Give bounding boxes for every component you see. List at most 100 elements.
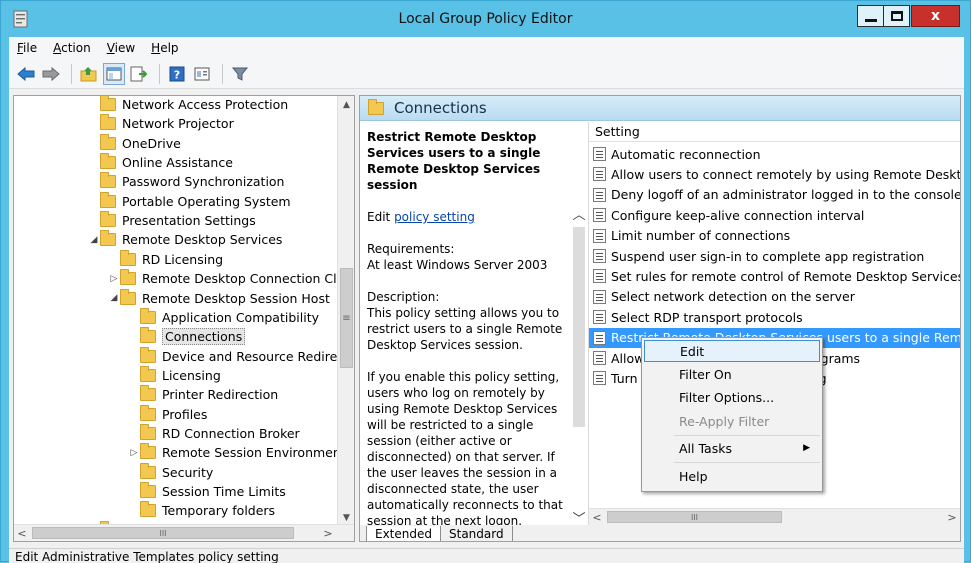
- tree-item[interactable]: Profiles: [128, 404, 207, 424]
- policy-setting-row[interactable]: Limit number of connections: [589, 226, 960, 246]
- context-menu-help[interactable]: Help: [644, 465, 820, 487]
- tree-item[interactable]: Printer Redirection: [128, 385, 278, 404]
- folder-icon: [120, 269, 136, 286]
- folder-icon: [140, 346, 156, 363]
- menu-file[interactable]: File: [9, 41, 45, 55]
- expanded-arrow-icon[interactable]: ◢: [88, 235, 100, 245]
- tree-vertical-scrollbar[interactable]: ▲ ≡ ▼: [337, 96, 354, 526]
- tree-item[interactable]: Network Access Protection: [88, 96, 288, 114]
- chevron-down-icon[interactable]: ﹀: [571, 509, 587, 526]
- policy-setting-row[interactable]: Suspend user sign-in to complete app reg…: [589, 246, 960, 266]
- tree-item[interactable]: ◢ Remote Desktop Session Host: [108, 288, 330, 308]
- tree-hscroll-thumb[interactable]: III: [32, 527, 294, 539]
- policy-title: Restrict Remote Desktop Services users t…: [367, 130, 541, 192]
- policy-setting-icon: [593, 249, 606, 263]
- collapsed-arrow-icon[interactable]: ▷: [128, 448, 140, 458]
- policy-setting-row[interactable]: Configure keep-alive connection interval: [589, 205, 960, 225]
- maximize-button[interactable]: [883, 5, 910, 27]
- app-window: Local Group Policy Editor x File Action …: [0, 0, 971, 563]
- show-hide-tree-button[interactable]: [103, 62, 125, 85]
- list-hscroll-thumb[interactable]: III: [607, 511, 782, 523]
- tree-item-label: RD Licensing: [142, 251, 224, 267]
- tree-item[interactable]: Presentation Settings: [88, 211, 256, 230]
- description-scrollbar[interactable]: ︿ ﹀: [571, 205, 587, 525]
- tree-item[interactable]: OneDrive: [88, 133, 181, 153]
- tree-item[interactable]: Network Projector: [88, 114, 234, 133]
- requirements-label: Requirements:: [367, 242, 455, 256]
- context-menu-separator: [674, 462, 820, 463]
- menu-help[interactable]: Help: [143, 41, 186, 55]
- toolbar: ?: [9, 59, 964, 89]
- policy-setting-row[interactable]: Allow users to connect remotely by using…: [589, 164, 960, 184]
- edit-policy-setting-link[interactable]: policy setting: [394, 210, 475, 224]
- tree-item[interactable]: Temporary folders: [128, 501, 275, 520]
- export-list-button[interactable]: [128, 63, 150, 85]
- scroll-right-icon[interactable]: >: [944, 509, 960, 525]
- scroll-up-icon[interactable]: ▲: [339, 96, 354, 113]
- console-tree[interactable]: RSS FeedsTemporary foldersSession Time L…: [13, 95, 355, 542]
- policy-setting-label: Deny logoff of an administrator logged i…: [611, 187, 960, 203]
- toolbar-separator: [159, 63, 160, 84]
- tree-item[interactable]: ▷ Remote Desktop Connection Clien: [108, 269, 354, 288]
- context-menu-filter-options[interactable]: Filter Options...: [644, 386, 820, 408]
- tree-item-label: Security: [162, 464, 214, 480]
- tree-item-label: Application Compatibility: [162, 309, 319, 325]
- tree-item-label: Remote Desktop Services: [122, 232, 283, 248]
- tree-item[interactable]: ◢ Remote Desktop Services: [88, 230, 282, 249]
- list-horizontal-scrollbar[interactable]: < III >: [589, 508, 960, 525]
- collapsed-arrow-icon[interactable]: ▷: [108, 274, 120, 284]
- expanded-arrow-icon[interactable]: ◢: [108, 293, 120, 303]
- help-button[interactable]: ?: [166, 63, 188, 85]
- tree-item[interactable]: Connections: [128, 327, 246, 346]
- policy-setting-row[interactable]: Automatic reconnection: [589, 144, 960, 164]
- policy-setting-row[interactable]: Select network detection on the server: [589, 287, 960, 307]
- tree-item[interactable]: Password Synchronization: [88, 172, 284, 191]
- policy-setting-row[interactable]: Deny logoff of an administrator logged i…: [589, 185, 960, 205]
- up-folder-button[interactable]: [78, 63, 100, 85]
- context-menu-all-tasks[interactable]: All Tasks ▶: [644, 437, 820, 459]
- view-tabs: Extended Standard: [360, 525, 960, 541]
- context-menu-edit[interactable]: Edit: [644, 340, 820, 362]
- tree-item[interactable]: Application Compatibility: [128, 307, 319, 327]
- description-scroll-thumb[interactable]: [573, 227, 585, 427]
- back-button[interactable]: [15, 63, 37, 85]
- close-button[interactable]: x: [911, 5, 960, 27]
- tab-extended[interactable]: Extended: [366, 526, 441, 541]
- column-header-setting[interactable]: Setting: [589, 122, 960, 142]
- scroll-right-icon[interactable]: >: [320, 525, 336, 541]
- tree-item[interactable]: RD Licensing: [108, 249, 224, 269]
- tree-item[interactable]: Device and Resource Redirectio: [128, 346, 354, 366]
- folder-icon: [140, 482, 156, 498]
- tree-scroll-thumb[interactable]: ≡: [340, 268, 353, 368]
- tree-item[interactable]: Security: [128, 462, 214, 482]
- context-menu: Edit Filter On Filter Options... Re-Appl…: [641, 337, 823, 492]
- tree-item[interactable]: Licensing: [128, 365, 221, 385]
- folder-icon: [140, 365, 156, 382]
- tree-item[interactable]: Session Time Limits: [128, 482, 286, 501]
- forward-button[interactable]: [40, 63, 62, 85]
- filter-icon: [232, 67, 248, 81]
- chevron-up-icon[interactable]: ︿: [571, 205, 587, 223]
- policy-setting-row[interactable]: Select RDP transport protocols: [589, 307, 960, 327]
- context-menu-reapply-filter: Re-Apply Filter: [679, 413, 770, 429]
- tree-item[interactable]: Online Assistance: [88, 153, 233, 172]
- policy-setting-row[interactable]: Set rules for remote control of Remote D…: [589, 266, 960, 286]
- filter-button[interactable]: [229, 63, 251, 85]
- tree-item[interactable]: RD Connection Broker: [128, 423, 300, 443]
- scroll-left-icon[interactable]: <: [589, 509, 605, 525]
- title-bar[interactable]: Local Group Policy Editor x: [1, 1, 970, 39]
- menu-view[interactable]: View: [99, 41, 143, 55]
- tree-item[interactable]: Portable Operating System: [88, 191, 291, 211]
- context-menu-filter-on[interactable]: Filter On: [644, 363, 820, 385]
- properties-button[interactable]: [191, 63, 213, 85]
- tree-item-label: Presentation Settings: [122, 213, 256, 229]
- description-text: This policy setting allows you to restri…: [367, 306, 563, 352]
- menu-action[interactable]: Action: [45, 41, 99, 55]
- minimize-button[interactable]: [857, 5, 884, 27]
- tree-horizontal-scrollbar[interactable]: < III >: [14, 524, 354, 541]
- tree-item[interactable]: ▷ Remote Session Environment: [128, 443, 346, 462]
- folder-icon: [100, 96, 116, 111]
- folder-icon: [120, 288, 136, 305]
- scroll-left-icon[interactable]: <: [14, 525, 30, 541]
- tab-standard[interactable]: Standard: [440, 526, 513, 541]
